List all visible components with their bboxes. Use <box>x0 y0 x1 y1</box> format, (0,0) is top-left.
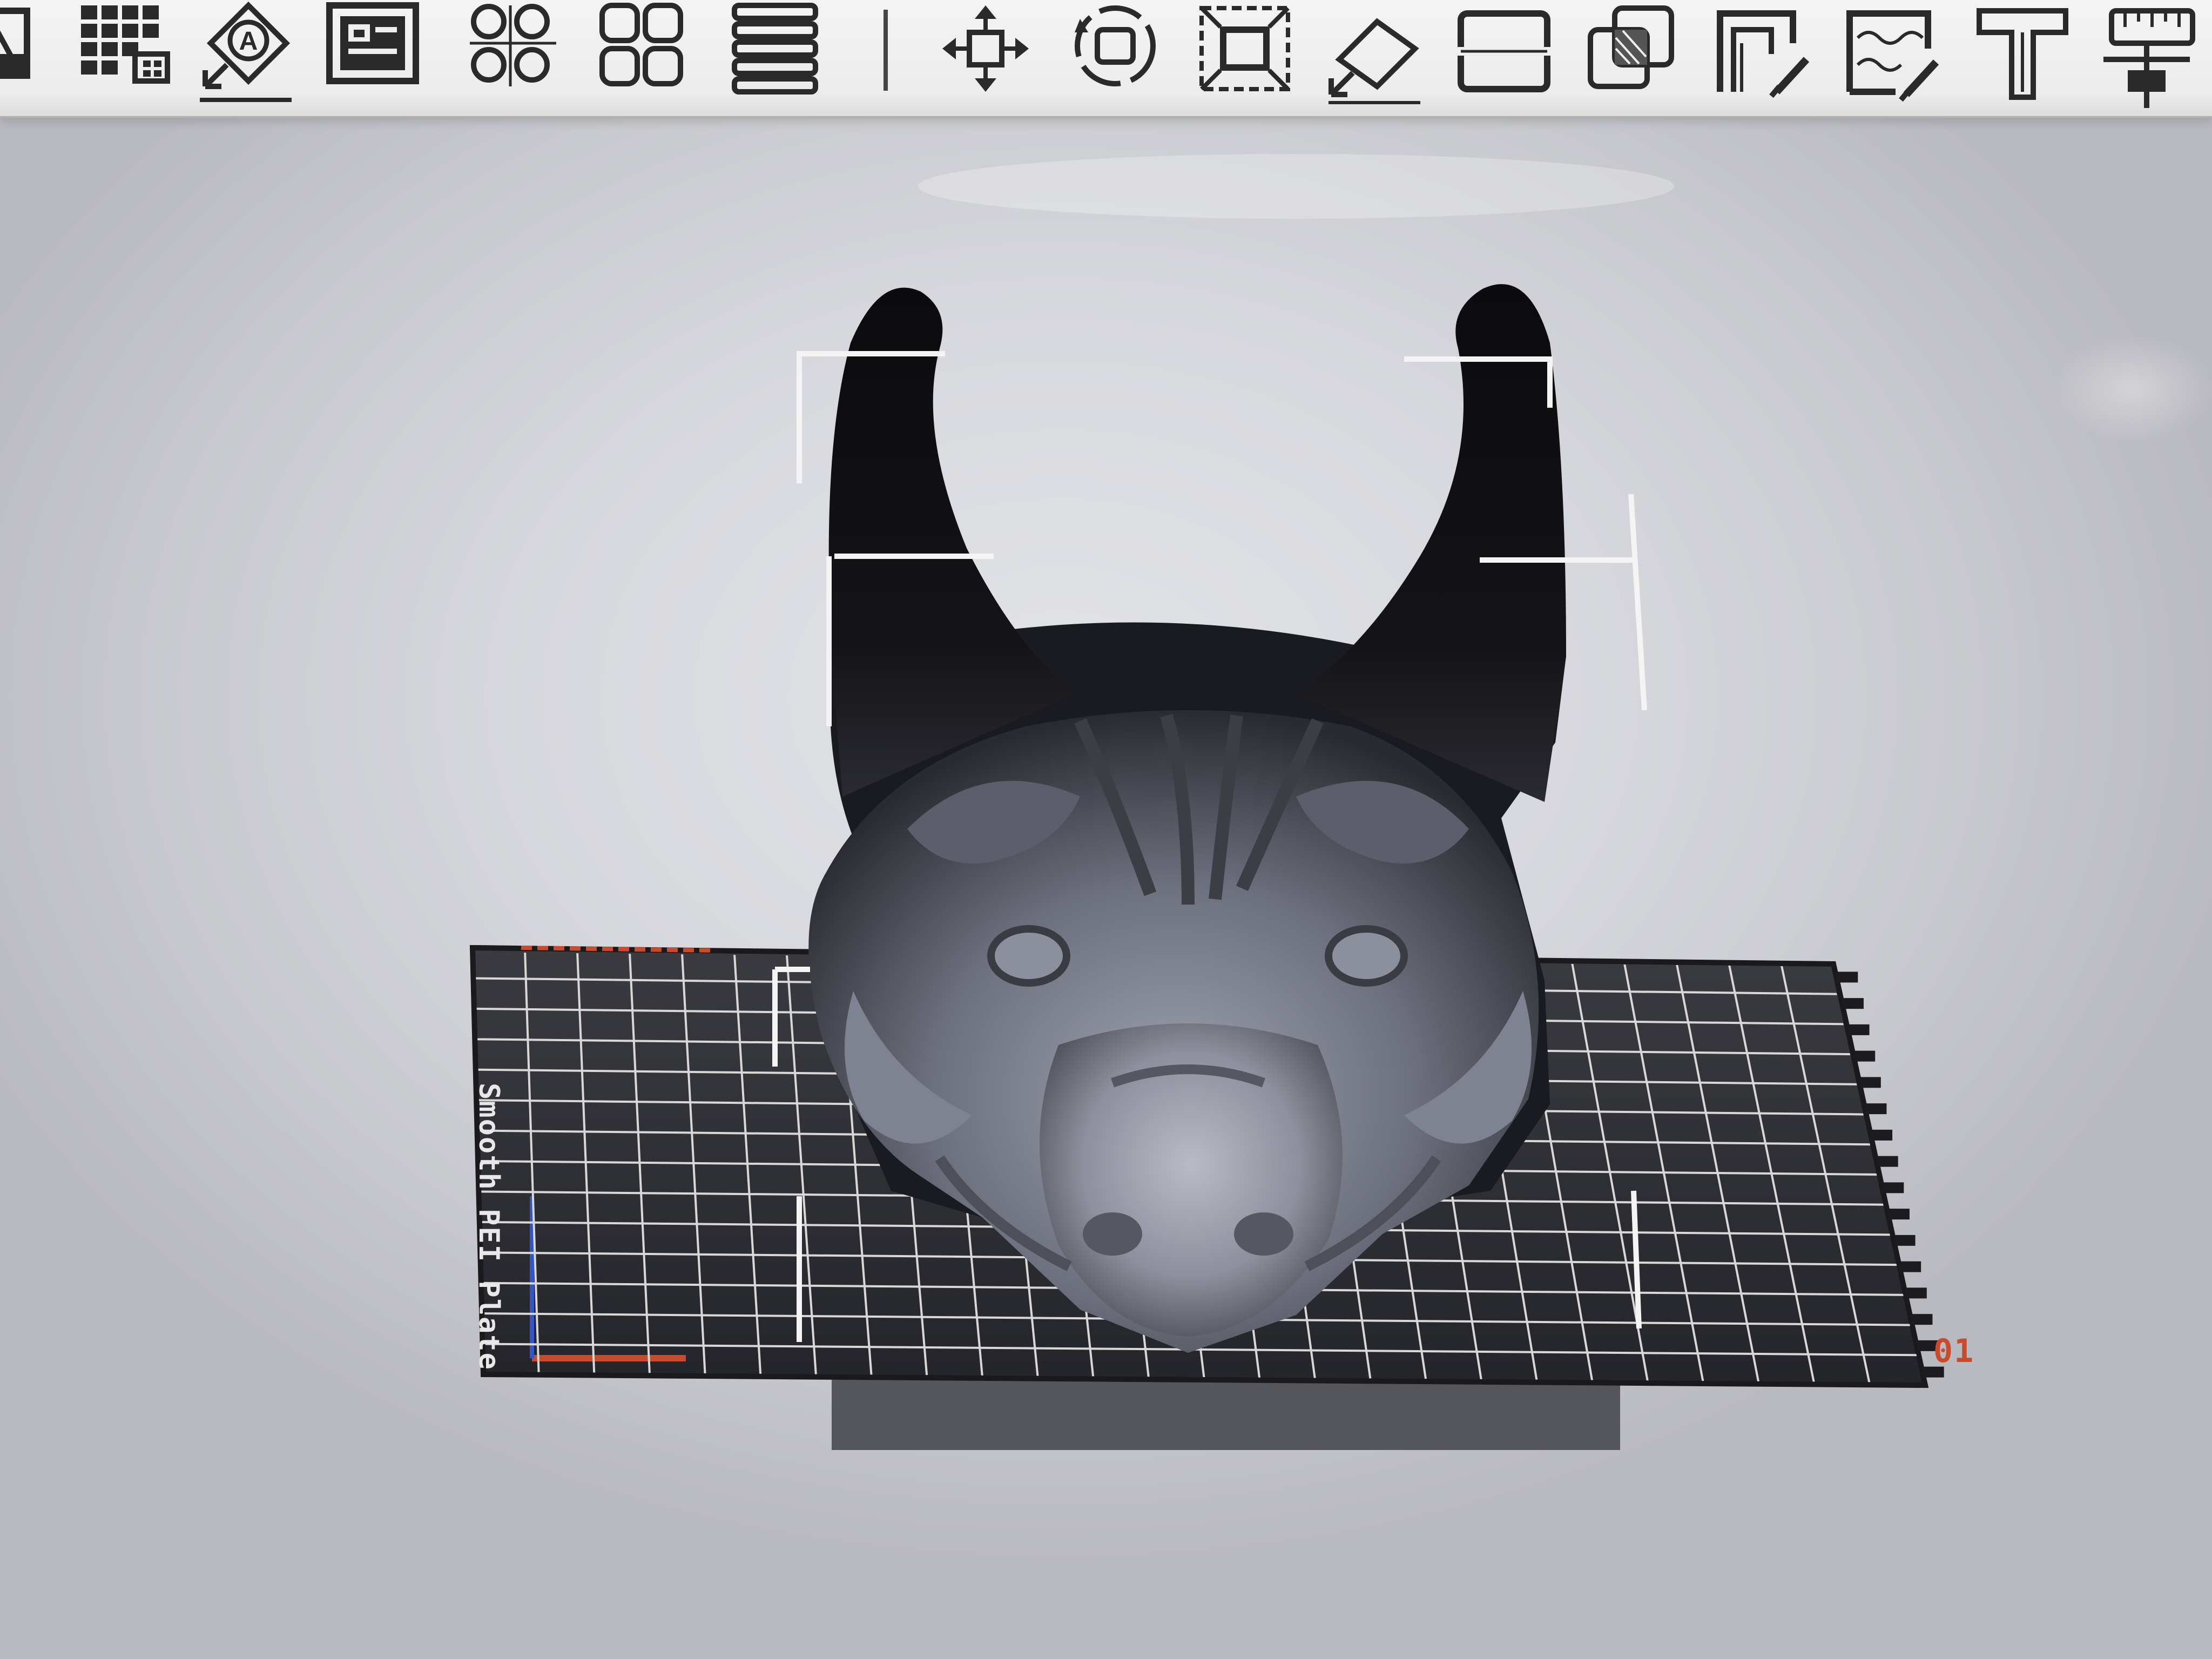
cut-icon[interactable] <box>1453 0 1555 108</box>
add-part-icon[interactable] <box>0 0 49 108</box>
toolbar-separator <box>884 10 888 91</box>
plate-settings-icon[interactable] <box>324 0 427 108</box>
bed-edge-notch <box>1842 998 1864 1009</box>
bed-edge-notch <box>1899 1261 1921 1272</box>
bed-edge-notch <box>1893 1235 1916 1246</box>
3d-viewport[interactable]: Smooth PEI Plate 01 <box>0 116 2212 1659</box>
bed-title: Smooth PEI Plate <box>473 1083 505 1371</box>
lay-on-face-icon[interactable] <box>1323 0 1426 108</box>
boolean-icon[interactable] <box>1582 0 1685 108</box>
bed-edge-notch <box>1853 1050 1876 1062</box>
top-toolbar: A <box>0 0 2212 118</box>
layers-icon[interactable] <box>724 0 826 108</box>
plate-number[interactable]: 01 <box>1933 1332 1974 1370</box>
bed-edge-notch <box>1905 1287 1927 1299</box>
bed-base-slab <box>832 1380 1620 1450</box>
app-window: A Smooth PEI Plate 01 <box>0 0 2212 1659</box>
auto-orient-icon[interactable]: A <box>194 0 297 108</box>
bed-edge-notch <box>1847 1024 1870 1035</box>
split-parts-icon[interactable] <box>594 0 697 108</box>
bed-edge-notch <box>1882 1182 1904 1193</box>
split-objects-icon[interactable] <box>464 0 567 108</box>
bed-edge-notch <box>1836 972 1858 983</box>
bed-edge-notch <box>1865 1103 1887 1115</box>
svg-text:A: A <box>239 27 258 56</box>
grid-arrange-icon[interactable] <box>76 0 178 108</box>
measure-icon[interactable] <box>2095 0 2198 108</box>
bed-edge-notch <box>1876 1156 1898 1167</box>
bed-edge-notch <box>1871 1129 1893 1141</box>
bed-edge-notch <box>1911 1314 1933 1325</box>
rotate-icon[interactable] <box>1064 0 1166 108</box>
bed-edge-notch <box>1887 1209 1910 1220</box>
text-icon[interactable] <box>1971 0 2074 108</box>
scale-icon[interactable] <box>1193 0 1296 108</box>
support-paint-icon[interactable] <box>1712 0 1815 108</box>
seam-paint-icon[interactable] <box>1842 0 1944 108</box>
bed-edge-notch <box>1859 1077 1881 1088</box>
scene-canvas <box>469 154 1944 1450</box>
dragon-head-model[interactable] <box>808 284 1566 1353</box>
move-icon[interactable] <box>934 0 1037 108</box>
